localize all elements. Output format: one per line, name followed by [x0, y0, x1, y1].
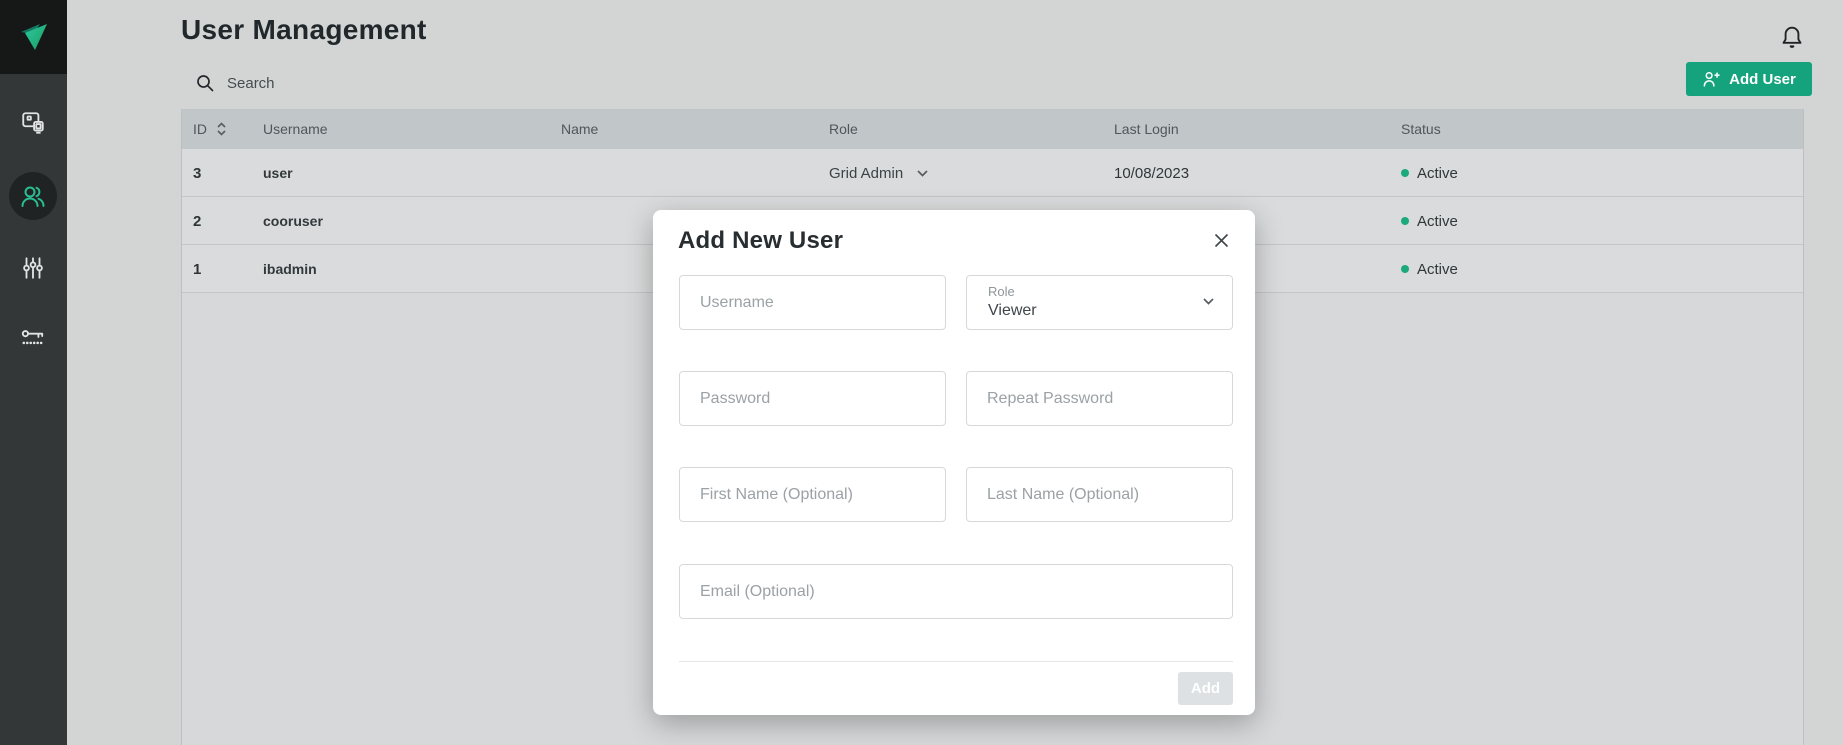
role-select-label: Role — [988, 284, 1015, 299]
status-badge: Active — [1417, 261, 1458, 278]
sidebar-item-keys[interactable] — [9, 314, 57, 362]
cell-status: Active — [1401, 245, 1458, 293]
sidebar-item-users[interactable] — [9, 172, 57, 220]
cell-last-login: 10/08/2023 — [1114, 149, 1189, 197]
cell-id: 2 — [193, 197, 201, 245]
email-field[interactable] — [679, 564, 1233, 619]
sites-icon — [20, 110, 46, 136]
status-dot-icon — [1401, 169, 1409, 177]
search-bar — [195, 68, 615, 98]
key-icon — [20, 325, 46, 351]
column-header-name: Name — [561, 109, 598, 149]
notifications-button[interactable] — [1775, 20, 1809, 54]
cell-username: cooruser — [263, 197, 323, 245]
cell-id: 3 — [193, 149, 201, 197]
role-select[interactable]: Role Viewer — [966, 275, 1233, 330]
modal-close-button[interactable] — [1209, 228, 1233, 252]
page-title: User Management — [181, 14, 427, 46]
table-row: 3 user Grid Admin 10/08/2023 Active — [182, 149, 1803, 197]
logo-icon — [14, 17, 54, 57]
sidebar-item-sites[interactable] — [9, 99, 57, 147]
status-badge: Active — [1417, 213, 1458, 230]
chevron-down-icon — [917, 170, 928, 177]
sidebar-item-settings[interactable] — [9, 244, 57, 292]
last-name-field[interactable] — [966, 467, 1233, 522]
search-input[interactable] — [225, 74, 565, 93]
chevron-down-icon — [1203, 298, 1214, 305]
role-select-value: Viewer — [988, 302, 1037, 320]
user-management-screen: User Management Add User — [0, 0, 1843, 745]
add-user-label: Add User — [1729, 71, 1796, 88]
users-icon — [19, 182, 47, 210]
password-field[interactable] — [679, 371, 946, 426]
column-header-id[interactable]: ID — [193, 109, 226, 149]
add-user-button[interactable]: Add User — [1686, 62, 1812, 96]
column-header-username: Username — [263, 109, 328, 149]
cell-status: Active — [1401, 149, 1458, 197]
column-header-last-login: Last Login — [1114, 109, 1179, 149]
cell-status: Active — [1401, 197, 1458, 245]
row-role-select[interactable]: Grid Admin — [829, 149, 928, 197]
column-header-role: Role — [829, 109, 858, 149]
table-header: ID Username Name Role Last Login Status — [182, 109, 1803, 149]
status-dot-icon — [1401, 217, 1409, 225]
close-icon — [1214, 233, 1229, 248]
bell-icon — [1778, 23, 1806, 51]
repeat-password-field[interactable] — [966, 371, 1233, 426]
sidebar — [0, 0, 67, 745]
modal-divider — [679, 661, 1233, 662]
cell-username: ibadmin — [263, 245, 317, 293]
first-name-field[interactable] — [679, 467, 946, 522]
status-badge: Active — [1417, 165, 1458, 182]
modal-title: Add New User — [678, 227, 843, 255]
cell-id: 1 — [193, 245, 201, 293]
app-logo[interactable] — [0, 0, 67, 74]
search-icon — [195, 73, 215, 93]
cell-username: user — [263, 149, 293, 197]
add-new-user-modal: Add New User Role Viewer Add — [653, 210, 1255, 715]
column-header-status: Status — [1401, 109, 1441, 149]
status-dot-icon — [1401, 265, 1409, 273]
sort-icon[interactable] — [217, 122, 226, 136]
username-field[interactable] — [679, 275, 946, 330]
modal-add-button[interactable]: Add — [1178, 672, 1233, 705]
person-add-icon — [1702, 70, 1721, 89]
sliders-icon — [20, 255, 46, 281]
